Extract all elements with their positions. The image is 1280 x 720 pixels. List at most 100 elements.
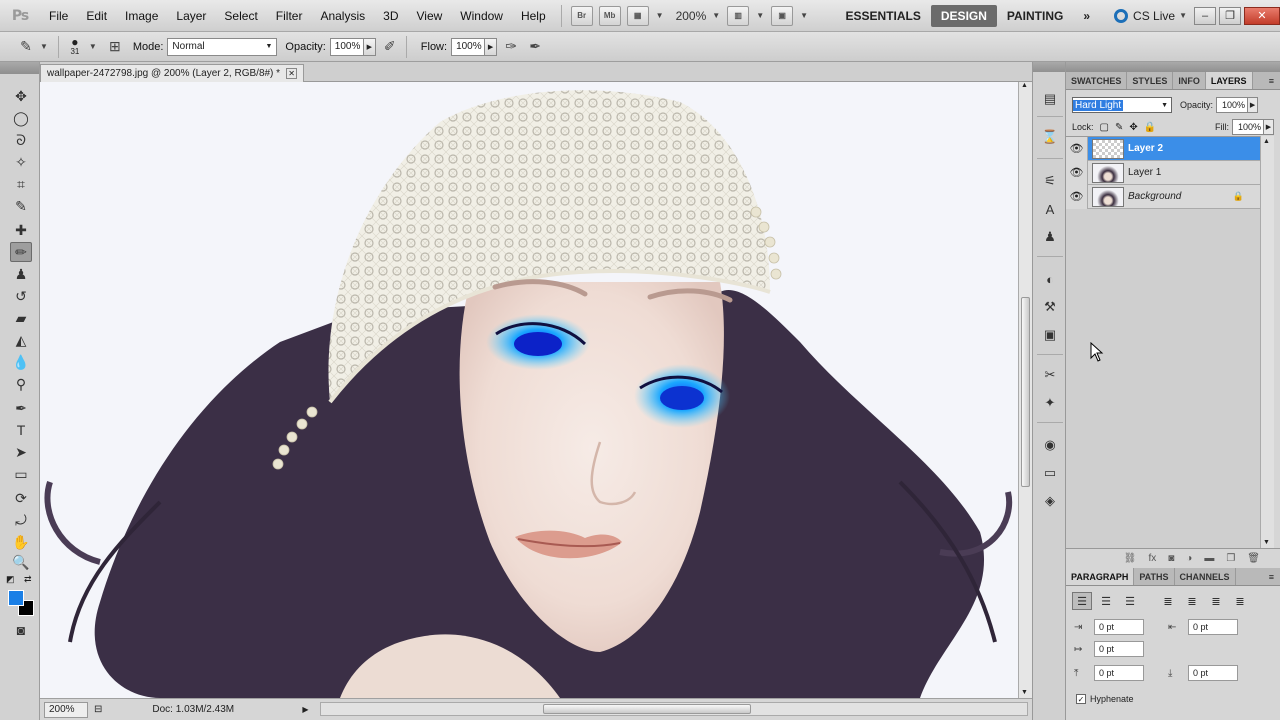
vertical-scrollbar[interactable]: ▲ ▼ [1018,82,1032,698]
minimize-button[interactable]: – [1194,6,1216,25]
dodge-tool-icon[interactable]: ⚲ [10,374,32,394]
new-group-icon[interactable]: ▬ [1204,553,1214,564]
zoom-level-select[interactable]: 200% [668,9,709,23]
cs-live-button[interactable]: CS Live ▼ [1114,8,1191,23]
hyphenate-checkbox[interactable]: ✓ [1076,694,1086,704]
fill-arrow[interactable]: ▶ [1264,119,1274,135]
document-tab[interactable]: wallpaper-2472798.jpg @ 200% (Layer 2, R… [40,64,305,82]
3d-rotate-icon[interactable]: ⟳ [10,488,32,508]
tab-layers[interactable]: LAYERS [1205,72,1253,89]
default-colors-icon[interactable]: ◩ [6,574,15,585]
minibridge-button[interactable]: Mb [598,5,621,26]
quick-mask-icon[interactable]: ◙ [10,620,32,640]
layer-opacity-arrow[interactable]: ▶ [1248,97,1259,113]
horizontal-scrollbar[interactable] [320,702,1028,716]
history-brush-icon[interactable]: ↺ [10,286,32,306]
menu-3d[interactable]: 3D [374,0,407,32]
clone-stamp-icon[interactable]: ♟ [10,264,32,284]
status-menu-arrow-icon[interactable]: ▶ [302,705,308,714]
tool-presets-panel-icon[interactable]: ⚒ [1041,298,1059,316]
foreground-color-swatch[interactable] [8,590,24,606]
eye-icon[interactable]: 👁 [1066,160,1088,185]
eye-icon[interactable]: 👁 [1066,184,1088,209]
layer-style-icon[interactable]: fx [1148,553,1156,564]
tools-panel-header[interactable] [0,62,39,74]
layer-row-layer-2[interactable]: 👁 Layer 2 [1066,136,1260,161]
paint-bucket-icon[interactable]: ◭ [10,330,32,350]
eyedropper-icon[interactable]: ✎ [10,196,32,216]
lock-all-icon[interactable]: 🔒 [1144,122,1156,133]
airbrush-icon[interactable]: ✑ [501,37,521,57]
lock-transparency-icon[interactable]: ▢ [1100,122,1109,133]
status-info-icon[interactable]: ⊟ [94,704,102,715]
tab-paths[interactable]: PATHS [1134,568,1175,585]
brush-presets-panel-icon[interactable]: ✦ [1041,394,1059,412]
align-right-icon[interactable]: ☰ [1120,592,1140,610]
document-canvas[interactable] [40,82,1018,698]
restore-button[interactable]: ❐ [1219,6,1241,25]
workspace-design[interactable]: DESIGN [930,4,997,27]
chevron-down-icon[interactable]: ▼ [656,11,664,20]
chevron-down-icon[interactable]: ▼ [800,11,808,20]
brush-panel-icon[interactable]: ✂ [1041,366,1059,384]
actions-panel-icon[interactable]: ◈ [1041,492,1059,510]
layer-row-background[interactable]: 👁 Background 🔒 [1066,184,1260,209]
tab-swatches[interactable]: SWATCHES [1066,72,1128,89]
adjustment-layer-icon[interactable]: ◑ [1186,553,1192,564]
brush-tool-icon[interactable]: ✏ [10,242,32,262]
menu-analysis[interactable]: Analysis [311,0,374,32]
scroll-down-icon[interactable]: ▼ [1021,689,1028,696]
3d-orbit-icon[interactable]: ⤾ [10,510,32,530]
close-icon[interactable]: ✕ [286,68,298,79]
menu-edit[interactable]: Edit [77,0,116,32]
opacity-field[interactable]: 100% [329,37,364,56]
scroll-up-icon[interactable]: ▲ [1263,138,1270,145]
chevron-down-icon[interactable]: ▼ [40,42,48,51]
blend-mode-select[interactable]: Hard Light ▼ [1072,97,1172,113]
justify-center-icon[interactable]: ≣ [1182,592,1202,610]
lasso-tool-icon[interactable]: ᘐ [10,130,32,150]
3d-panel-icon[interactable]: ◉ [1041,436,1059,454]
scroll-down-icon[interactable]: ▼ [1263,539,1270,546]
masks-panel-icon[interactable]: ◐ [1041,270,1059,288]
space-after-field[interactable]: 0 pt [1188,665,1238,681]
pressure-size-icon[interactable]: ✒ [525,37,545,57]
indent-left-field[interactable]: 0 pt [1094,619,1144,635]
menu-view[interactable]: View [407,0,451,32]
bridge-button[interactable]: Br [570,5,593,26]
layers-scrollbar[interactable]: ▲ ▼ [1260,136,1274,548]
animation-panel-icon[interactable]: ▭ [1041,464,1059,482]
blur-tool-icon[interactable]: 💧 [10,352,32,372]
quick-selection-icon[interactable]: ✧ [10,152,32,172]
horizontal-scroll-thumb[interactable] [543,704,751,714]
character-panel-icon[interactable]: A [1041,200,1059,218]
hyphenate-option[interactable]: ✓ Hyphenate [1066,684,1280,714]
flow-field[interactable]: 100% [451,37,486,56]
swap-colors-icon[interactable]: ⇄ [24,574,32,585]
layer-row-layer-1[interactable]: 👁 Layer 1 [1066,160,1260,185]
menu-image[interactable]: Image [116,0,167,32]
mini-bridge-panel-icon[interactable]: ▤ [1041,90,1059,108]
opacity-slider-arrow[interactable]: ▶ [363,37,376,56]
navigator-panel-icon[interactable]: ▣ [1041,326,1059,344]
align-center-icon[interactable]: ☰ [1096,592,1116,610]
workspace-essentials[interactable]: ESSENTIALS [836,5,931,27]
tab-paragraph[interactable]: PARAGRAPH [1066,568,1135,585]
justify-left-icon[interactable]: ≣ [1158,592,1178,610]
zoom-tool-icon[interactable]: 🔍 [10,552,32,572]
brush-tool-preset-icon[interactable]: ✎ [16,37,36,57]
type-tool-icon[interactable]: T [10,420,32,440]
lock-pixels-icon[interactable]: ✎ [1115,122,1123,133]
scroll-up-icon[interactable]: ▲ [1021,82,1028,89]
menu-layer[interactable]: Layer [167,0,215,32]
tab-info[interactable]: INFO [1173,72,1206,89]
align-left-icon[interactable]: ☰ [1072,592,1092,610]
eraser-icon[interactable]: ▰ [10,308,32,328]
delete-layer-icon[interactable]: 🗑 [1247,553,1260,564]
workspace-painting[interactable]: PAINTING [997,5,1073,27]
menu-select[interactable]: Select [215,0,266,32]
menu-window[interactable]: Window [451,0,512,32]
indent-first-line-field[interactable]: 0 pt [1094,641,1144,657]
link-layers-icon[interactable]: ⛓ [1124,553,1137,564]
pressure-opacity-icon[interactable]: ✐ [380,37,400,57]
